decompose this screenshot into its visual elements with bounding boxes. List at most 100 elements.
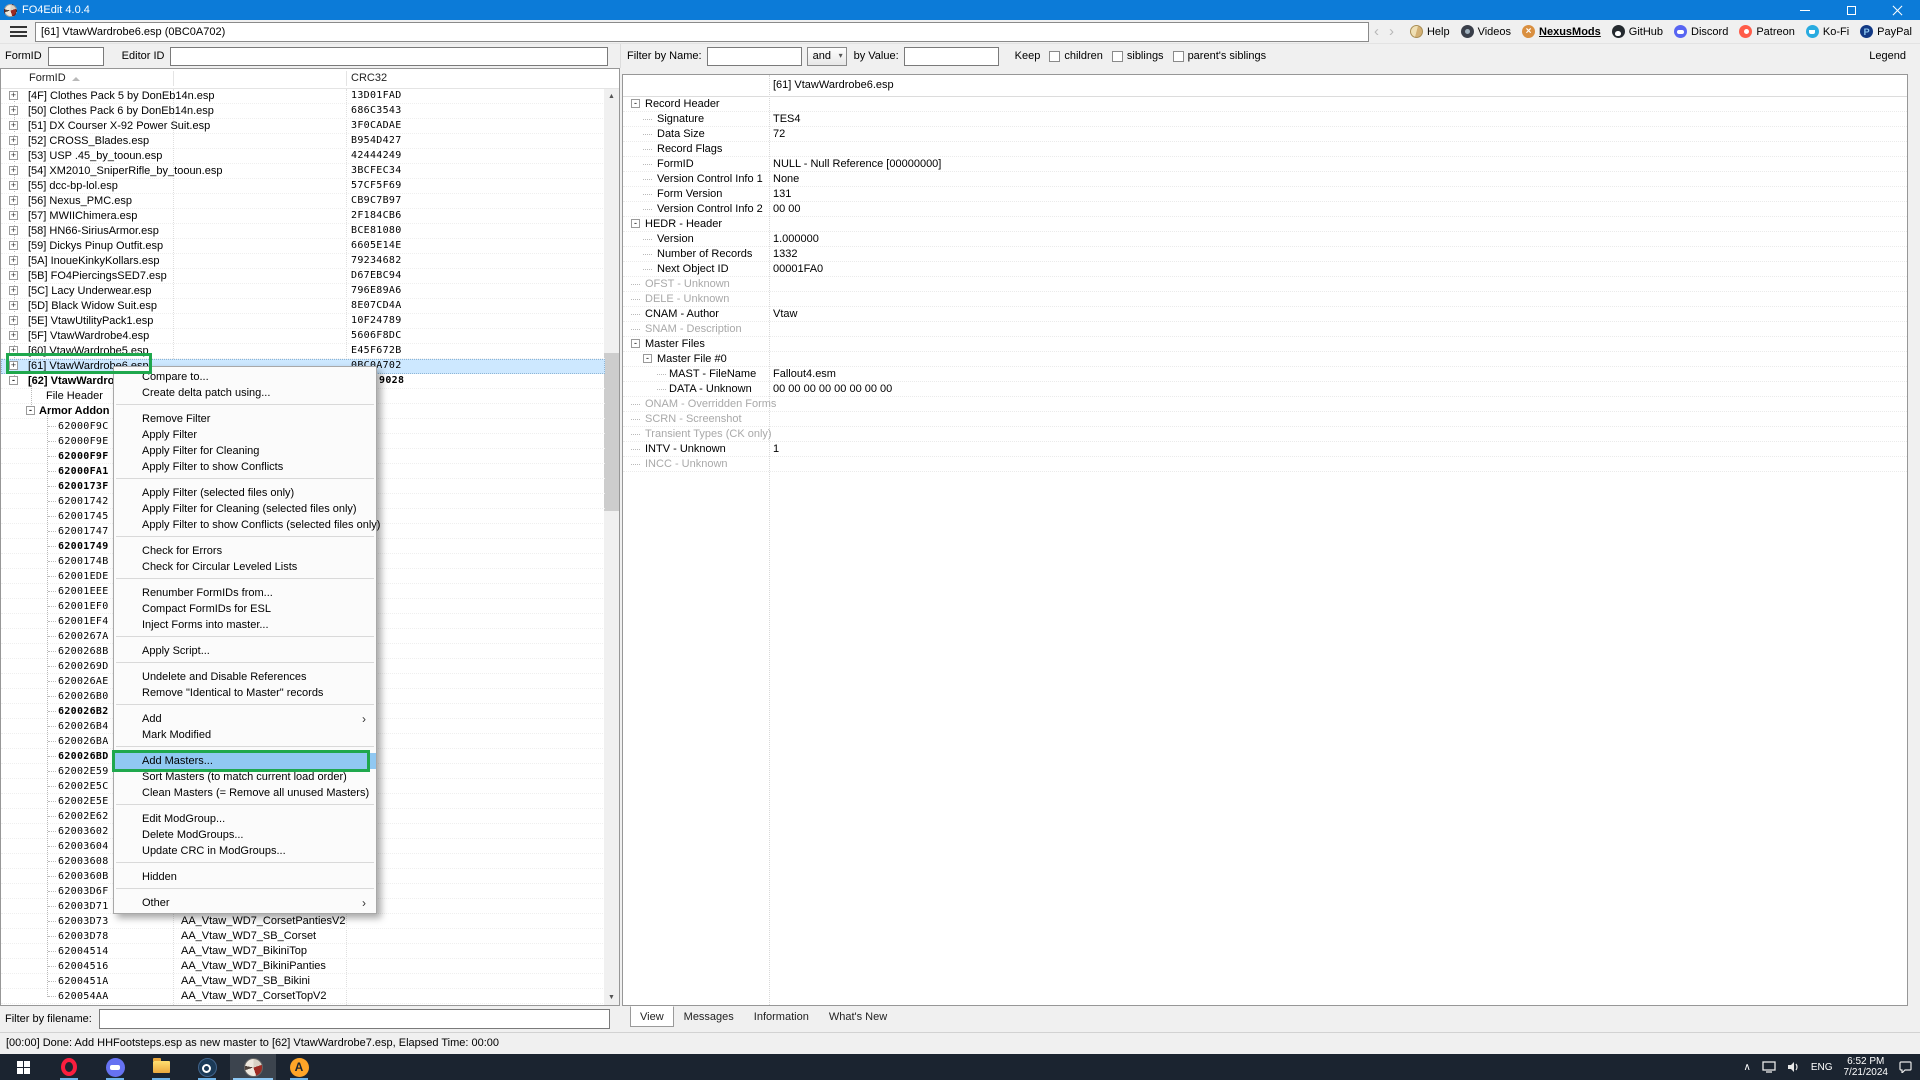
record-row[interactable]: ONAM - Overridden Forms <box>623 397 1907 412</box>
tree-row[interactable]: +[5C] Lacy Underwear.esp796E89A6 <box>1 284 605 299</box>
context-menu-item[interactable]: Renumber FormIDs from... <box>114 585 376 601</box>
keep-siblings-checkbox[interactable]: siblings <box>1112 50 1164 62</box>
filter-by-name-input[interactable] <box>707 47 802 66</box>
context-menu-item[interactable]: Apply Filter for Cleaning (selected file… <box>114 501 376 517</box>
record-row[interactable]: Version1.000000 <box>623 232 1907 247</box>
tree-expander[interactable]: + <box>9 136 18 145</box>
tree-row[interactable]: 62004516AA_Vtaw_WD7_BikiniPanties <box>1 959 605 974</box>
taskbar-authenticator[interactable] <box>276 1054 322 1080</box>
context-menu-item[interactable]: Check for Circular Leveled Lists <box>114 559 376 575</box>
tree-expander[interactable]: + <box>9 316 18 325</box>
tree-row[interactable]: 62003D78AA_Vtaw_WD7_SB_Corset <box>1 929 605 944</box>
record-row[interactable]: Version Control Info 1None <box>623 172 1907 187</box>
tree-row[interactable]: +[5D] Black Widow Suit.esp8E07CD4A <box>1 299 605 314</box>
record-row[interactable]: Number of Records1332 <box>623 247 1907 262</box>
tree-row[interactable]: +[57] MWIIChimera.esp2F184CB6 <box>1 209 605 224</box>
record-row[interactable]: OFST - Unknown <box>623 277 1907 292</box>
tree-row[interactable]: +[54] XM2010_SniperRifle_by_tooun.esp3BC… <box>1 164 605 179</box>
tree-row[interactable]: +[4F] Clothes Pack 5 by DonEb14n.esp13D0… <box>1 89 605 104</box>
discord-link[interactable]: Discord <box>1674 25 1728 38</box>
context-menu-item[interactable]: Hidden <box>114 869 376 885</box>
context-menu-item[interactable]: Add› <box>114 711 376 727</box>
patreon-link[interactable]: Patreon <box>1739 25 1795 38</box>
tree-expander[interactable]: + <box>9 181 18 190</box>
nav-forward-button[interactable]: › <box>1384 22 1399 42</box>
record-expander[interactable]: - <box>631 219 640 228</box>
context-menu-item[interactable]: Edit ModGroup... <box>114 811 376 827</box>
filter-by-value-input[interactable] <box>904 47 999 66</box>
tree-expander[interactable]: + <box>9 256 18 265</box>
context-menu-item[interactable]: Remove "Identical to Master" records <box>114 685 376 701</box>
github-link[interactable]: GitHub <box>1612 25 1663 38</box>
context-menu-item[interactable]: Add Masters... <box>114 753 376 769</box>
taskbar-discord[interactable] <box>92 1054 138 1080</box>
tab-messages[interactable]: Messages <box>674 1006 744 1027</box>
record-column-header[interactable]: [61] VtawWardrobe6.esp <box>773 79 894 91</box>
context-menu-item[interactable]: Undelete and Disable References <box>114 669 376 685</box>
record-row[interactable]: -Master File #0 <box>623 352 1907 367</box>
tree-expander[interactable]: + <box>9 301 18 310</box>
record-row[interactable]: INTV - Unknown1 <box>623 442 1907 457</box>
paypal-link[interactable]: PayPal <box>1860 25 1912 38</box>
tree-row[interactable]: +[5E] VtawUtilityPack1.esp10F24789 <box>1 314 605 329</box>
tree-expander[interactable]: + <box>9 91 18 100</box>
context-menu-item[interactable]: Apply Filter to show Conflicts (selected… <box>114 517 376 533</box>
record-row[interactable]: DATA - Unknown00 00 00 00 00 00 00 00 <box>623 382 1907 397</box>
record-row[interactable]: INCC - Unknown <box>623 457 1907 472</box>
tree-expander[interactable]: + <box>9 331 18 340</box>
context-menu-item[interactable]: Check for Errors <box>114 543 376 559</box>
record-row[interactable]: Form Version131 <box>623 187 1907 202</box>
tree-expander[interactable]: + <box>9 121 18 130</box>
tree-row[interactable]: +[58] HN66-SiriusArmor.espBCE81080 <box>1 224 605 239</box>
record-row[interactable]: -Master Files <box>623 337 1907 352</box>
record-row[interactable]: MAST - FileNameFallout4.esm <box>623 367 1907 382</box>
tree-expander[interactable]: + <box>9 226 18 235</box>
record-row[interactable]: Version Control Info 200 00 <box>623 202 1907 217</box>
record-row[interactable]: SCRN - Screenshot <box>623 412 1907 427</box>
tree-expander[interactable]: + <box>9 166 18 175</box>
scroll-up-button[interactable]: ▲ <box>604 89 619 104</box>
tree-expander[interactable]: + <box>9 211 18 220</box>
tree-expander[interactable]: + <box>9 151 18 160</box>
context-menu-item[interactable]: Apply Filter <box>114 427 376 443</box>
tree-row[interactable]: +[5F] VtawWardrobe4.esp5606F8DC <box>1 329 605 344</box>
taskbar-clock[interactable]: 6:52 PM 7/21/2024 <box>1844 1056 1889 1078</box>
record-row[interactable]: Data Size72 <box>623 127 1907 142</box>
taskbar-steam[interactable] <box>184 1054 230 1080</box>
taskbar-opera[interactable] <box>46 1054 92 1080</box>
record-row[interactable]: CNAM - AuthorVtaw <box>623 307 1907 322</box>
context-menu-item[interactable]: Mark Modified <box>114 727 376 743</box>
record-row[interactable]: DELE - Unknown <box>623 292 1907 307</box>
network-icon[interactable] <box>1762 1061 1776 1073</box>
tree-row[interactable]: +[56] Nexus_PMC.espCB9C7B97 <box>1 194 605 209</box>
context-menu-item[interactable]: Delete ModGroups... <box>114 827 376 843</box>
and-or-dropdown[interactable]: and▾ <box>807 47 847 66</box>
kofi-link[interactable]: Ko-Fi <box>1806 25 1849 38</box>
tray-expand-button[interactable]: ∧ <box>1744 1062 1751 1073</box>
context-menu-item[interactable]: Compact FormIDs for ESL <box>114 601 376 617</box>
language-indicator[interactable]: ENG <box>1811 1062 1833 1073</box>
record-row[interactable]: Record Flags <box>623 142 1907 157</box>
module-selector-combobox[interactable]: [61] VtawWardrobe6.esp (0BC0A702) <box>35 22 1369 42</box>
record-row[interactable]: -HEDR - Header <box>623 217 1907 232</box>
tree-row[interactable]: +[55] dcc-bp-lol.esp57CF5F69 <box>1 179 605 194</box>
tree-expander[interactable]: + <box>9 286 18 295</box>
tree-row[interactable]: 62003D73AA_Vtaw_WD7_CorsetPantiesV2 <box>1 914 605 929</box>
tree-row[interactable]: 6200451AAA_Vtaw_WD7_SB_Bikini <box>1 974 605 989</box>
record-row[interactable]: SignatureTES4 <box>623 112 1907 127</box>
record-row[interactable]: Next Object ID00001FA0 <box>623 262 1907 277</box>
context-menu-item[interactable]: Apply Filter (selected files only) <box>114 485 376 501</box>
record-expander[interactable]: - <box>631 339 640 348</box>
volume-icon[interactable] <box>1787 1061 1800 1073</box>
context-menu-item[interactable]: Apply Filter to show Conflicts <box>114 459 376 475</box>
videos-link[interactable]: Videos <box>1461 25 1511 38</box>
tree-expander[interactable]: + <box>9 271 18 280</box>
tree-expander[interactable]: + <box>9 196 18 205</box>
tab-information[interactable]: Information <box>744 1006 819 1027</box>
record-expander[interactable]: - <box>631 99 640 108</box>
record-expander[interactable]: - <box>643 354 652 363</box>
context-menu-item[interactable]: Inject Forms into master... <box>114 617 376 633</box>
context-menu-item[interactable]: Remove Filter <box>114 411 376 427</box>
keep-parents-siblings-checkbox[interactable]: parent's siblings <box>1173 50 1267 62</box>
taskbar-file-explorer[interactable] <box>138 1054 184 1080</box>
